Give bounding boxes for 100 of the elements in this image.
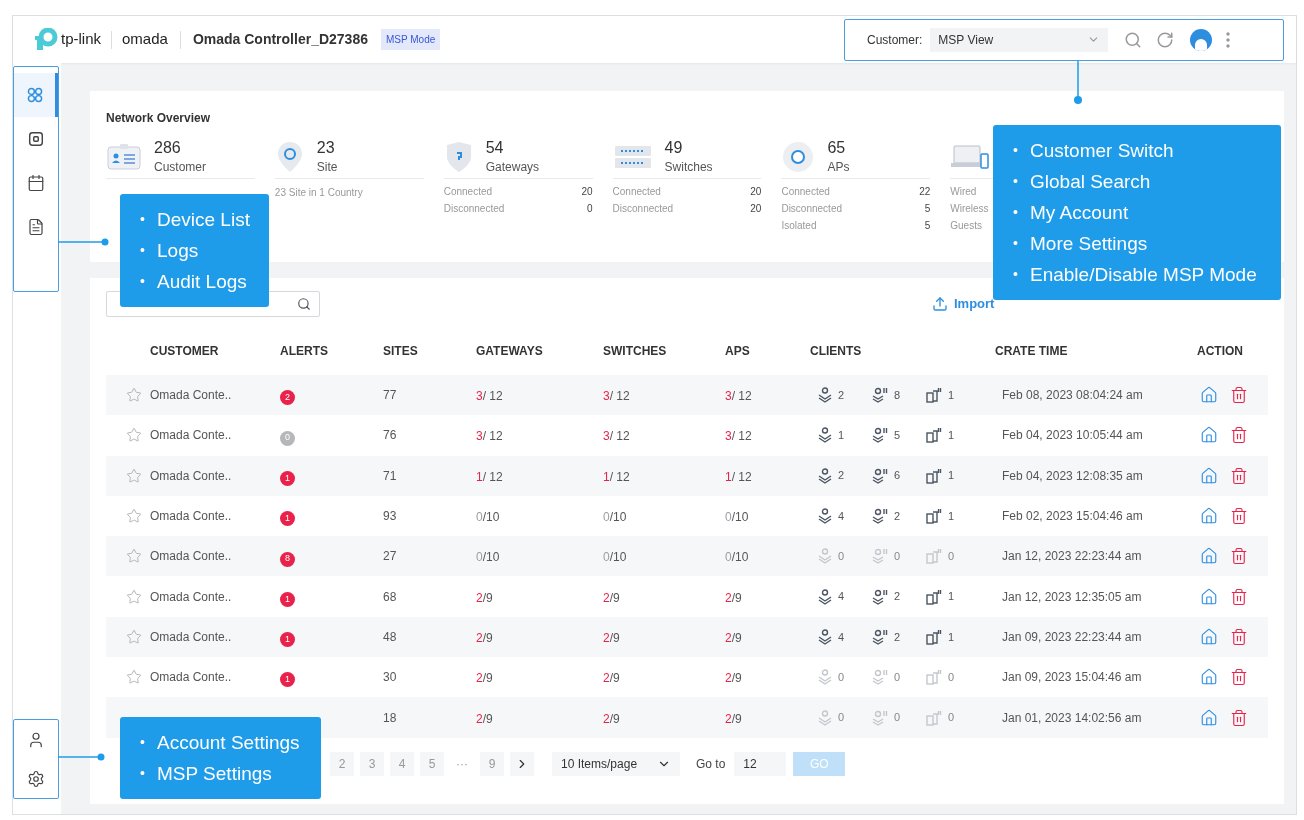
next-page-button[interactable]	[510, 751, 534, 776]
settings-icon	[27, 769, 45, 788]
customer-name: Omada Conte..	[150, 548, 232, 566]
stat-label: APs	[827, 158, 850, 176]
ratio-text: 3/ 12	[603, 389, 630, 404]
stat-label: Switches	[664, 158, 713, 176]
person-signal-icon	[872, 709, 888, 726]
search-button[interactable]	[1124, 30, 1143, 49]
house-icon[interactable]	[1200, 668, 1218, 687]
pagination-ellipsis: ···	[455, 755, 469, 773]
client-count: 0	[838, 669, 845, 685]
stat-number: 23	[316, 137, 336, 158]
house-icon[interactable]	[1200, 547, 1218, 566]
more-icon	[1226, 31, 1231, 48]
person-signal-icon	[872, 387, 888, 404]
page-button[interactable]: 4	[390, 751, 414, 776]
ratio-text: 2/9	[476, 671, 493, 686]
alert-count-badge: 1	[280, 471, 295, 486]
created-time: Jan 12, 2023 12:35:05 am	[1001, 588, 1142, 606]
house-icon[interactable]	[1200, 466, 1218, 485]
star-icon[interactable]	[126, 628, 142, 645]
alert-count-badge: 8	[280, 551, 295, 567]
stat-detail-value: 20	[750, 202, 762, 216]
stat-detail-label: Guests	[950, 219, 982, 233]
client-count: 1	[948, 387, 955, 403]
star-icon[interactable]	[126, 467, 142, 484]
trash-icon[interactable]	[1230, 587, 1248, 606]
ratio-text: 2/9	[725, 590, 742, 605]
ratio-text: 2/9	[603, 630, 620, 645]
goto-field[interactable]: 12	[734, 751, 787, 776]
page-button[interactable]: 5	[420, 751, 444, 776]
account-avatar[interactable]	[1190, 28, 1213, 51]
sites-count: 93	[383, 508, 397, 526]
page-size-select[interactable]: 10 Items/page	[552, 751, 680, 776]
document-icon	[27, 218, 45, 236]
created-time: Feb 04, 2023 12:08:35 am	[1001, 467, 1143, 485]
alert-count-badge: 0	[280, 430, 295, 446]
star-icon[interactable]	[126, 588, 142, 605]
house-icon[interactable]	[1200, 507, 1218, 526]
stat-note: 23 Site in 1 Country	[274, 186, 364, 200]
page-button[interactable]: 9	[480, 751, 504, 776]
annotation-callout: • Device List • Logs • Audit Logs	[120, 194, 269, 307]
stat-detail-label: Connected	[781, 185, 830, 199]
stat-detail-value: 20	[750, 185, 762, 199]
person-chevron-icon	[818, 427, 832, 444]
client-count: 1	[948, 589, 955, 605]
trash-icon[interactable]	[1230, 386, 1248, 405]
devices-signal-icon	[926, 709, 942, 726]
brand-name: tp-link	[61, 29, 101, 50]
customer-select[interactable]: MSP View	[930, 27, 1109, 52]
trash-icon[interactable]	[1230, 627, 1248, 646]
star-icon[interactable]	[126, 548, 142, 565]
ratio-text: 1/ 12	[603, 469, 630, 484]
devices-signal-icon	[926, 588, 942, 605]
goto-label: Go to	[696, 755, 726, 773]
alert-count-badge: 1	[280, 511, 295, 527]
stat-detail-label: Disconnected	[781, 202, 842, 216]
more-button[interactable]	[1226, 31, 1231, 48]
column-header: CRATE TIME	[995, 343, 1068, 360]
house-icon[interactable]	[1200, 587, 1218, 606]
refresh-button[interactable]	[1156, 30, 1175, 49]
house-icon[interactable]	[1200, 426, 1218, 445]
square-icon	[27, 130, 45, 148]
trash-icon[interactable]	[1230, 708, 1248, 727]
page-button[interactable]: 3	[360, 751, 384, 776]
ratio-text: 3/ 12	[476, 389, 503, 404]
column-header: CUSTOMER	[150, 343, 219, 360]
import-button[interactable]: Import	[932, 294, 995, 314]
ratio-text: 2/9	[725, 630, 742, 645]
star-icon[interactable]	[126, 669, 142, 686]
trash-icon[interactable]	[1230, 507, 1248, 526]
ratio-text: 2/9	[725, 711, 742, 726]
client-count: 0	[948, 549, 955, 565]
leader-line	[1073, 61, 1083, 106]
star-icon[interactable]	[126, 508, 142, 525]
page-button[interactable]: 2	[330, 751, 354, 776]
stat-detail-label: Isolated	[781, 219, 817, 233]
trash-icon[interactable]	[1230, 466, 1248, 485]
person-chevron-icon	[818, 467, 832, 484]
ratio-text: 2/9	[603, 590, 620, 605]
stat-number: 286	[154, 137, 182, 158]
stat-number: 54	[485, 137, 505, 158]
refresh-icon	[1156, 30, 1175, 49]
search-icon	[1124, 30, 1143, 49]
house-icon[interactable]	[1200, 386, 1218, 405]
ratio-text: 2/9	[476, 590, 493, 605]
client-count: 2	[894, 589, 901, 605]
client-count: 0	[838, 710, 845, 726]
trash-icon[interactable]	[1230, 426, 1248, 445]
star-icon[interactable]	[126, 387, 142, 404]
ratio-text: 3/ 12	[603, 429, 630, 444]
house-icon[interactable]	[1200, 627, 1218, 646]
trash-icon[interactable]	[1230, 547, 1248, 566]
id-card-icon	[106, 141, 142, 172]
trash-icon[interactable]	[1230, 668, 1248, 687]
house-icon[interactable]	[1200, 708, 1218, 727]
client-count: 8	[894, 387, 901, 403]
star-icon[interactable]	[126, 427, 142, 444]
client-count: 5	[894, 428, 901, 444]
controller-title: Omada Controller_D27386	[192, 30, 368, 49]
